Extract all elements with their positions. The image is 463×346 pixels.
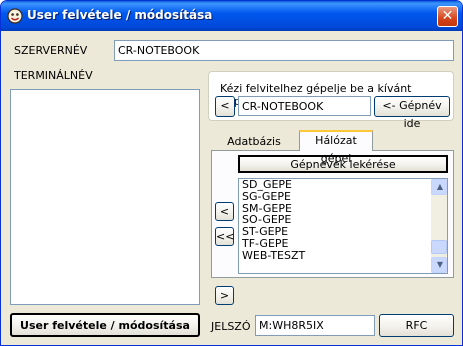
password-label: JELSZÓ (211, 320, 251, 333)
terminal-list[interactable] (10, 89, 200, 305)
title-bar[interactable]: User felvétele / módosítása ✕ (1, 1, 462, 31)
scroll-up-icon: ▲ (436, 182, 444, 191)
scroll-down-button[interactable]: ▼ (431, 257, 447, 273)
rfc-button[interactable]: RFC (379, 314, 454, 337)
add-selected-button[interactable]: < (215, 202, 234, 221)
list-scrollbar[interactable]: ▲ ▼ (431, 179, 447, 273)
remove-button[interactable]: > (215, 286, 234, 305)
scroll-down-icon: ▼ (436, 260, 444, 269)
machine-name-here-button[interactable]: <- Gépnév ide (374, 96, 450, 130)
close-icon: ✕ (441, 8, 454, 24)
server-label: SZERVERNÉV (14, 44, 88, 57)
list-item[interactable]: SG-GEPE (239, 190, 447, 203)
list-item[interactable]: TF-GEPE (239, 238, 447, 250)
terminal-label: TERMINÁLNÉV (14, 69, 93, 82)
app-icon (7, 8, 23, 24)
dialog-window: User felvétele / módosítása ✕ SZERVERNÉV… (0, 0, 463, 346)
tab-network-machines[interactable]: Hálózat gépei (299, 130, 373, 165)
add-all-button[interactable]: << (215, 227, 234, 246)
copy-manual-name-button[interactable]: < (215, 96, 235, 117)
network-machine-list[interactable]: SD_GEPE SG-GEPE SM-GEPE SO-GEPE ST-GEPE … (238, 178, 448, 274)
window-title: User felvétele / módosítása (27, 8, 213, 22)
list-item[interactable]: WEB-TESZT (239, 249, 447, 262)
password-field[interactable]: M:WH8R5IX (255, 315, 375, 336)
server-name-field[interactable]: CR-NOTEBOOK (114, 40, 454, 61)
manual-machine-name-input[interactable]: CR-NOTEBOOK (238, 96, 371, 116)
tab-database-machines[interactable]: Adatbázis gépei (212, 134, 296, 164)
scroll-up-button[interactable]: ▲ (431, 179, 447, 195)
save-user-button[interactable]: User felvétele / módosítása (10, 313, 200, 337)
close-button[interactable]: ✕ (437, 6, 458, 27)
scroll-thumb[interactable] (431, 240, 447, 254)
